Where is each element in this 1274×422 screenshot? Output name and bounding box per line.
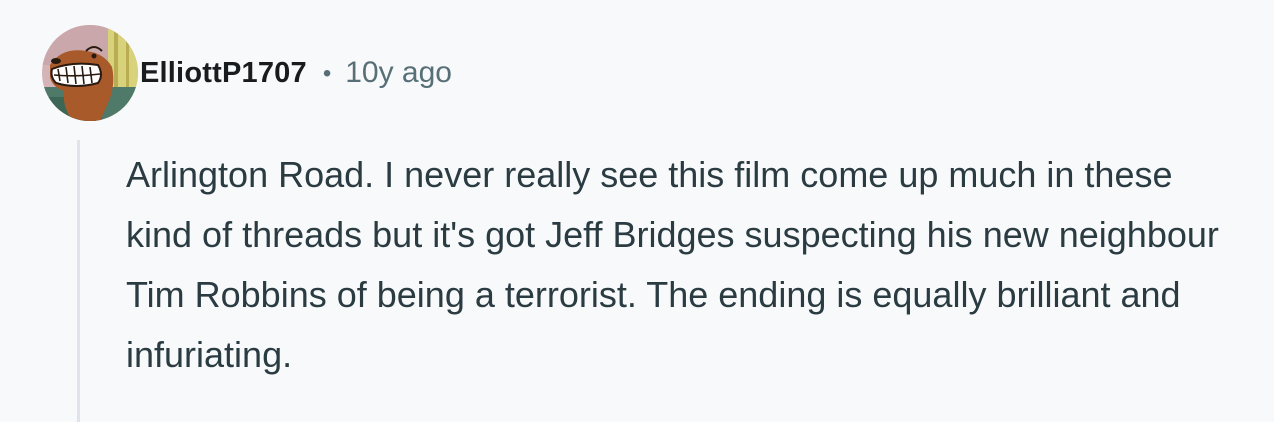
comment-body: Arlington Road. I never really see this …	[126, 154, 1219, 375]
comment: ElliottP1707 • 10y ago Arlington Road. I…	[0, 0, 1274, 422]
cartoon-dog-avatar-icon	[42, 25, 138, 121]
thread-line[interactable]	[77, 140, 80, 422]
timestamp[interactable]: 10y ago	[345, 56, 452, 90]
comment-header: ElliottP1707 • 10y ago	[42, 25, 452, 121]
username[interactable]: ElliottP1707	[140, 57, 307, 90]
avatar[interactable]	[42, 25, 138, 121]
separator-dot: •	[322, 60, 332, 87]
